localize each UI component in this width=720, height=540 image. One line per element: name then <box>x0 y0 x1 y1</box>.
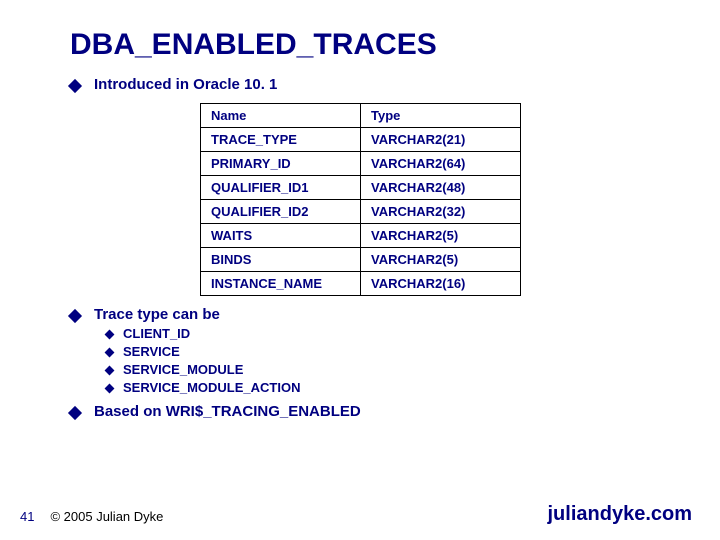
list-item: SERVICE_MODULE <box>106 362 680 377</box>
bullet-icon <box>68 406 82 420</box>
header-name: Name <box>201 104 361 128</box>
cell-name: QUALIFIER_ID2 <box>201 200 361 224</box>
based-object: WRI$_TRACING_ENABLED <box>166 403 361 420</box>
table-header-row: Name Type <box>201 104 521 128</box>
cell-name: TRACE_TYPE <box>201 128 361 152</box>
bullet-icon <box>68 309 82 323</box>
table-row: WAITSVARCHAR2(5) <box>201 224 521 248</box>
trace-type-list: CLIENT_ID SERVICE SERVICE_MODULE SERVICE_MO… <box>106 326 680 395</box>
table-container: Name Type TRACE_TYPEVARCHAR2(21)PRIMARY_… <box>200 103 680 296</box>
cell-type: VARCHAR2(64) <box>361 152 521 176</box>
bullet-text: Introduced in Oracle 10. 1 <box>94 76 277 93</box>
slide-title: DBA_ENABLED_TRACES <box>70 28 680 62</box>
bullet-text: Trace type can be <box>94 306 220 323</box>
site-brand: juliandyke.com <box>548 503 693 526</box>
cell-type: VARCHAR2(32) <box>361 200 521 224</box>
table-row: BINDSVARCHAR2(5) <box>201 248 521 272</box>
cell-name: BINDS <box>201 248 361 272</box>
based-prefix: Based on <box>94 403 166 420</box>
bullet-icon <box>105 330 115 340</box>
page-number: 41 <box>20 509 34 524</box>
table-row: TRACE_TYPEVARCHAR2(21) <box>201 128 521 152</box>
cell-name: PRIMARY_ID <box>201 152 361 176</box>
list-item-label: SERVICE <box>123 344 180 359</box>
bullet-tracetype: Trace type can be <box>70 306 680 323</box>
list-item: SERVICE <box>106 344 680 359</box>
bullet-introduced: Introduced in Oracle 10. 1 <box>70 76 680 93</box>
cell-type: VARCHAR2(16) <box>361 272 521 296</box>
table-row: QUALIFIER_ID2VARCHAR2(32) <box>201 200 521 224</box>
header-type: Type <box>361 104 521 128</box>
list-item-label: SERVICE_MODULE_ACTION <box>123 380 300 395</box>
bullet-icon <box>68 79 82 93</box>
bullet-icon <box>105 366 115 376</box>
bullet-text: Based on WRI$_TRACING_ENABLED <box>94 403 361 420</box>
list-item-label: CLIENT_ID <box>123 326 190 341</box>
footer-left: 41 © 2005 Julian Dyke <box>20 509 163 524</box>
cell-type: VARCHAR2(21) <box>361 128 521 152</box>
cell-name: INSTANCE_NAME <box>201 272 361 296</box>
list-item: SERVICE_MODULE_ACTION <box>106 380 680 395</box>
bullet-icon <box>105 348 115 358</box>
bullet-based-on: Based on WRI$_TRACING_ENABLED <box>70 403 680 420</box>
cell-type: VARCHAR2(5) <box>361 248 521 272</box>
table-row: INSTANCE_NAMEVARCHAR2(16) <box>201 272 521 296</box>
slide-body: DBA_ENABLED_TRACES Introduced in Oracle … <box>0 0 720 433</box>
cell-name: WAITS <box>201 224 361 248</box>
cell-name: QUALIFIER_ID1 <box>201 176 361 200</box>
table-row: PRIMARY_IDVARCHAR2(64) <box>201 152 521 176</box>
bullet-icon <box>105 384 115 394</box>
cell-type: VARCHAR2(48) <box>361 176 521 200</box>
list-item-label: SERVICE_MODULE <box>123 362 243 377</box>
cell-type: VARCHAR2(5) <box>361 224 521 248</box>
table-row: QUALIFIER_ID1VARCHAR2(48) <box>201 176 521 200</box>
columns-table: Name Type TRACE_TYPEVARCHAR2(21)PRIMARY_… <box>200 103 521 296</box>
copyright: © 2005 Julian Dyke <box>50 509 163 524</box>
list-item: CLIENT_ID <box>106 326 680 341</box>
